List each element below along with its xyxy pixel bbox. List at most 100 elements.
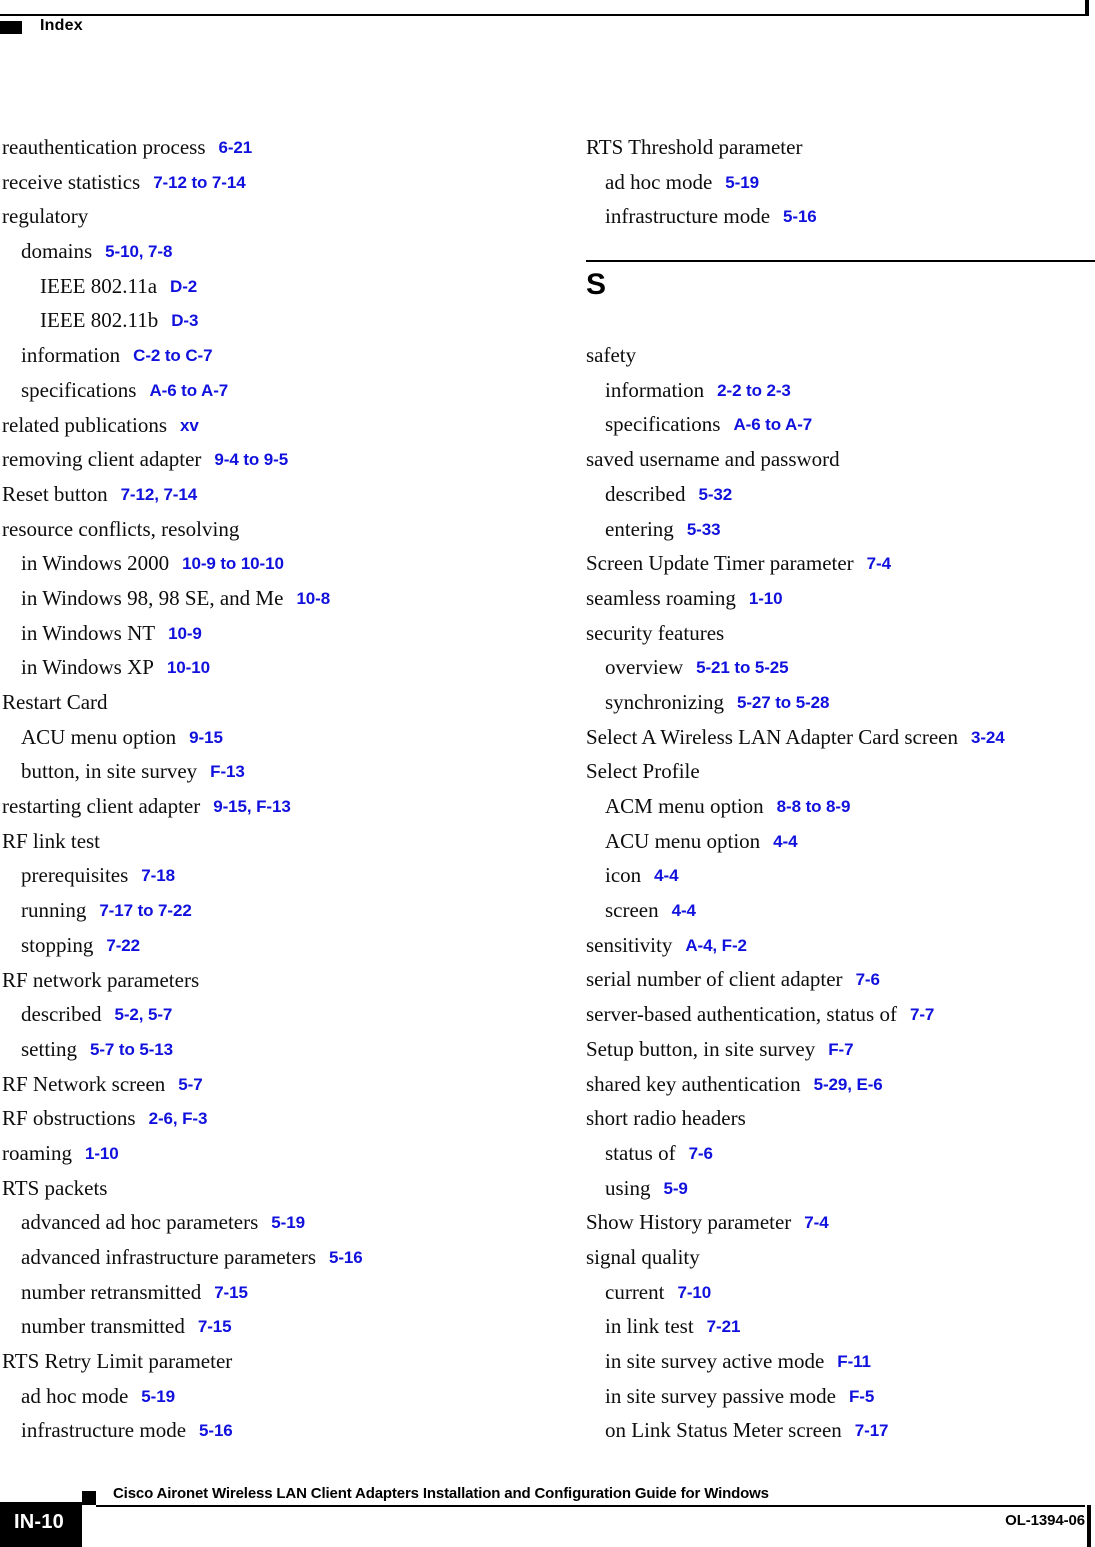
index-entry-page-reference[interactable]: 5-19: [258, 1213, 305, 1232]
index-entry-page-reference[interactable]: A-4, F-2: [672, 936, 747, 955]
index-entry-page-reference[interactable]: 5-16: [186, 1421, 233, 1440]
index-entry: ACU menu option 4-4: [586, 824, 1086, 859]
index-entry-page-reference[interactable]: A-6 to A-7: [136, 381, 228, 400]
index-entry-page-reference[interactable]: 7-12 to 7-14: [140, 173, 245, 192]
index-entry-term: specifications: [605, 412, 721, 437]
index-entry-page-reference[interactable]: 1-10: [736, 589, 783, 608]
index-entry-page-reference[interactable]: 5-29, E-6: [801, 1075, 883, 1094]
index-entry: in Windows 98, 98 SE, and Me 10-8: [2, 581, 502, 616]
header-corner-bar: [1085, 0, 1089, 16]
index-entry: regulatory: [2, 199, 502, 234]
index-entry: Show History parameter 7-4: [586, 1205, 1086, 1240]
index-entry-term: regulatory: [2, 204, 89, 229]
index-entry-page-reference[interactable]: 7-22: [93, 936, 140, 955]
index-entry-page-reference[interactable]: 7-15: [185, 1317, 232, 1336]
index-entry: infrastructure mode 5-16: [586, 199, 1086, 234]
index-entry-page-reference[interactable]: 5-10, 7-8: [92, 242, 172, 261]
index-entry-page-reference[interactable]: 6-21: [206, 138, 253, 157]
index-entry: status of 7-6: [586, 1136, 1086, 1171]
footer-guide-title: Cisco Aironet Wireless LAN Client Adapte…: [113, 1485, 769, 1502]
index-entry-page-reference[interactable]: 5-19: [128, 1387, 175, 1406]
index-entry-page-reference[interactable]: 5-32: [685, 485, 732, 504]
index-entry-term: security features: [586, 620, 725, 645]
index-entry-page-reference[interactable]: 10-9 to 10-10: [169, 554, 284, 573]
index-entry-page-reference[interactable]: 5-7: [165, 1075, 202, 1094]
index-entry-page-reference[interactable]: 9-15: [176, 728, 223, 747]
index-entry-page-reference[interactable]: 5-19: [712, 173, 759, 192]
index-entry-page-reference[interactable]: 4-4: [641, 866, 678, 885]
index-entry-term: Show History parameter: [586, 1210, 792, 1235]
index-entry: server-based authentication, status of 7-…: [586, 997, 1086, 1032]
index-entry-term: serial number of client adapter: [586, 967, 843, 992]
index-entry-page-reference[interactable]: 5-16: [770, 207, 817, 226]
index-entry-page-reference[interactable]: 5-9: [651, 1179, 688, 1198]
index-entry-page-reference[interactable]: 7-18: [128, 866, 175, 885]
index-entry-page-reference[interactable]: 10-10: [154, 658, 210, 677]
index-entry-page-reference[interactable]: 7-4: [791, 1213, 828, 1232]
index-entry: in Windows 2000 10-9 to 10-10: [2, 546, 502, 581]
index-entry-page-reference[interactable]: 7-17: [842, 1421, 889, 1440]
index-entry-page-reference[interactable]: F-11: [824, 1352, 871, 1371]
index-entry-page-reference[interactable]: 5-21 to 5-25: [683, 658, 788, 677]
index-entry-page-reference[interactable]: 7-6: [676, 1144, 713, 1163]
index-entry-page-reference[interactable]: A-6 to A-7: [720, 415, 812, 434]
index-entry-term: saved username and password: [586, 447, 840, 472]
index-entry-term: IEEE 802.11a: [40, 273, 158, 298]
index-entry: using 5-9: [586, 1171, 1086, 1206]
index-entry: ACM menu option 8-8 to 8-9: [586, 789, 1086, 824]
index-entry-page-reference[interactable]: C-2 to C-7: [120, 346, 212, 365]
index-entry-page-reference[interactable]: 5-16: [316, 1248, 363, 1267]
index-entry-term: safety: [586, 343, 637, 368]
index-entry-page-reference[interactable]: D-3: [158, 311, 198, 330]
index-entry-page-reference[interactable]: 7-12, 7-14: [108, 485, 198, 504]
index-entry: RTS Threshold parameter: [586, 130, 1086, 165]
footer-black-square-marker-icon: [82, 1491, 96, 1505]
index-entry-page-reference[interactable]: 4-4: [760, 832, 797, 851]
index-entry-page-reference[interactable]: F-7: [815, 1040, 853, 1059]
index-entry-page-reference[interactable]: 10-9: [155, 624, 202, 643]
index-entry: security features: [586, 616, 1086, 651]
index-entry-page-reference[interactable]: 9-15, F-13: [200, 797, 291, 816]
index-entry: Restart Card: [2, 685, 502, 720]
index-entry-page-reference[interactable]: xv: [167, 416, 199, 435]
index-entry-page-reference[interactable]: 5-7 to 5-13: [77, 1040, 173, 1059]
index-entry: RTS packets: [2, 1171, 502, 1206]
index-entry-term: number transmitted: [21, 1314, 185, 1339]
index-entry-page-reference[interactable]: 5-33: [674, 520, 721, 539]
index-entry-page-reference[interactable]: 10-8: [283, 589, 330, 608]
index-entry-page-reference[interactable]: 7-4: [854, 554, 891, 573]
index-entry-page-reference[interactable]: 7-6: [843, 970, 880, 989]
index-entry-page-reference[interactable]: 5-27 to 5-28: [724, 693, 829, 712]
index-entry-term: ACM menu option: [605, 794, 764, 818]
index-entry: described 5-2, 5-7: [2, 997, 502, 1032]
index-entry-page-reference[interactable]: 4-4: [659, 901, 696, 920]
index-entry-page-reference[interactable]: D-2: [157, 277, 197, 296]
header-rule: [0, 14, 1087, 16]
index-entry-term: shared key authentication: [586, 1071, 801, 1096]
index-entry-page-reference[interactable]: 7-15: [201, 1283, 248, 1302]
index-entry: entering 5-33: [586, 512, 1086, 547]
index-entry-page-reference[interactable]: 7-7: [897, 1005, 934, 1024]
index-entry-page-reference[interactable]: F-5: [836, 1387, 874, 1406]
index-entry: short radio headers: [586, 1101, 1086, 1136]
index-entry: information 2-2 to 2-3: [586, 373, 1086, 408]
index-entry-term: RF obstructions: [2, 1106, 136, 1131]
index-entry-page-reference[interactable]: 2-2 to 2-3: [704, 381, 791, 400]
index-entry-term: setting: [21, 1036, 77, 1061]
index-entry: advanced ad hoc parameters 5-19: [2, 1205, 502, 1240]
index-entry-page-reference[interactable]: 8-8 to 8-9: [764, 797, 851, 816]
index-entry-page-reference[interactable]: 3-24: [958, 728, 1005, 747]
index-entry-page-reference[interactable]: 7-17 to 7-22: [86, 901, 191, 920]
index-entry: domains 5-10, 7-8: [2, 234, 502, 269]
index-entry: icon 4-4: [586, 858, 1086, 893]
index-entry-page-reference[interactable]: 2-6, F-3: [136, 1109, 208, 1128]
index-entry-term: Screen Update Timer parameter: [586, 551, 854, 576]
index-entry-page-reference[interactable]: 7-21: [694, 1317, 741, 1336]
index-entry-page-reference[interactable]: F-13: [197, 762, 245, 781]
index-entry-page-reference[interactable]: 1-10: [72, 1144, 119, 1163]
index-entry-page-reference[interactable]: 9-4 to 9-5: [201, 450, 288, 469]
index-entry-page-reference[interactable]: 7-10: [664, 1283, 711, 1302]
index-entry-page-reference[interactable]: 5-2, 5-7: [101, 1005, 172, 1024]
page-title: Index: [40, 17, 83, 34]
index-entry-term: in site survey active mode: [605, 1349, 825, 1373]
